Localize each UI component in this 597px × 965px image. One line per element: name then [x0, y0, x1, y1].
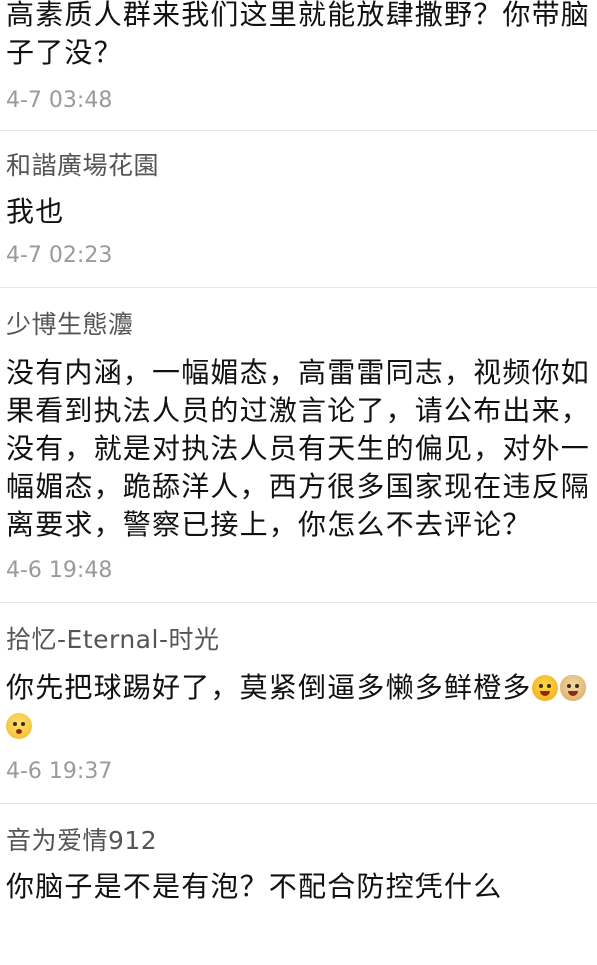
comment-username[interactable]: 和諧廣場花園	[6, 151, 591, 181]
comment-content: 我也	[6, 195, 65, 228]
angry-face-icon	[531, 675, 558, 701]
comment-timestamp: 4-7 03:48	[6, 88, 113, 113]
comment-timestamp: 4-6 19:48	[6, 558, 113, 583]
comment-timestamp: 4-6 19:37	[6, 759, 113, 784]
comment-feed: 高素质人群来我们这里就能放肆撒野？你带脑子了没？ 4-7 03:48 和諧廣場花…	[0, 0, 597, 924]
comment-item[interactable]: 音为爱情912 你脑子是不是有泡？不配合防控凭什么	[0, 803, 597, 924]
comment-username[interactable]: 拾忆-Eternal-时光	[6, 625, 591, 655]
comment-content: 你先把球踢好了，莫紧倒逼多懒多鲜橙多	[6, 671, 532, 704]
doge-icon	[559, 675, 586, 701]
comment-username[interactable]: 音为爱情912	[6, 826, 591, 856]
comment-item[interactable]: 高素质人群来我们这里就能放肆撒野？你带脑子了没？ 4-7 03:48	[0, 0, 597, 130]
thinking-face-icon	[6, 713, 32, 739]
comment-content: 没有内涵，一幅媚态，高雷雷同志，视频你如果看到执法人员的过激言论了，请公布出来，…	[6, 356, 591, 541]
comment-username[interactable]: 少博生態灋	[6, 310, 591, 340]
comment-item[interactable]: 和諧廣場花園 我也 4-7 02:23	[0, 130, 597, 287]
comment-content: 高素质人群来我们这里就能放肆撒野？你带脑子了没？	[6, 0, 591, 69]
comment-item[interactable]: 少博生態灋 没有内涵，一幅媚态，高雷雷同志，视频你如果看到执法人员的过激言论了，…	[0, 287, 597, 602]
comment-timestamp: 4-7 02:23	[6, 243, 113, 268]
comment-item[interactable]: 拾忆-Eternal-时光 你先把球踢好了，莫紧倒逼多懒多鲜橙多 4-6 19:…	[0, 602, 597, 803]
comment-content-wrapper: 你先把球踢好了，莫紧倒逼多懒多鲜橙多	[6, 669, 591, 745]
comment-content: 你脑子是不是有泡？不配合防控凭什么	[6, 870, 503, 903]
